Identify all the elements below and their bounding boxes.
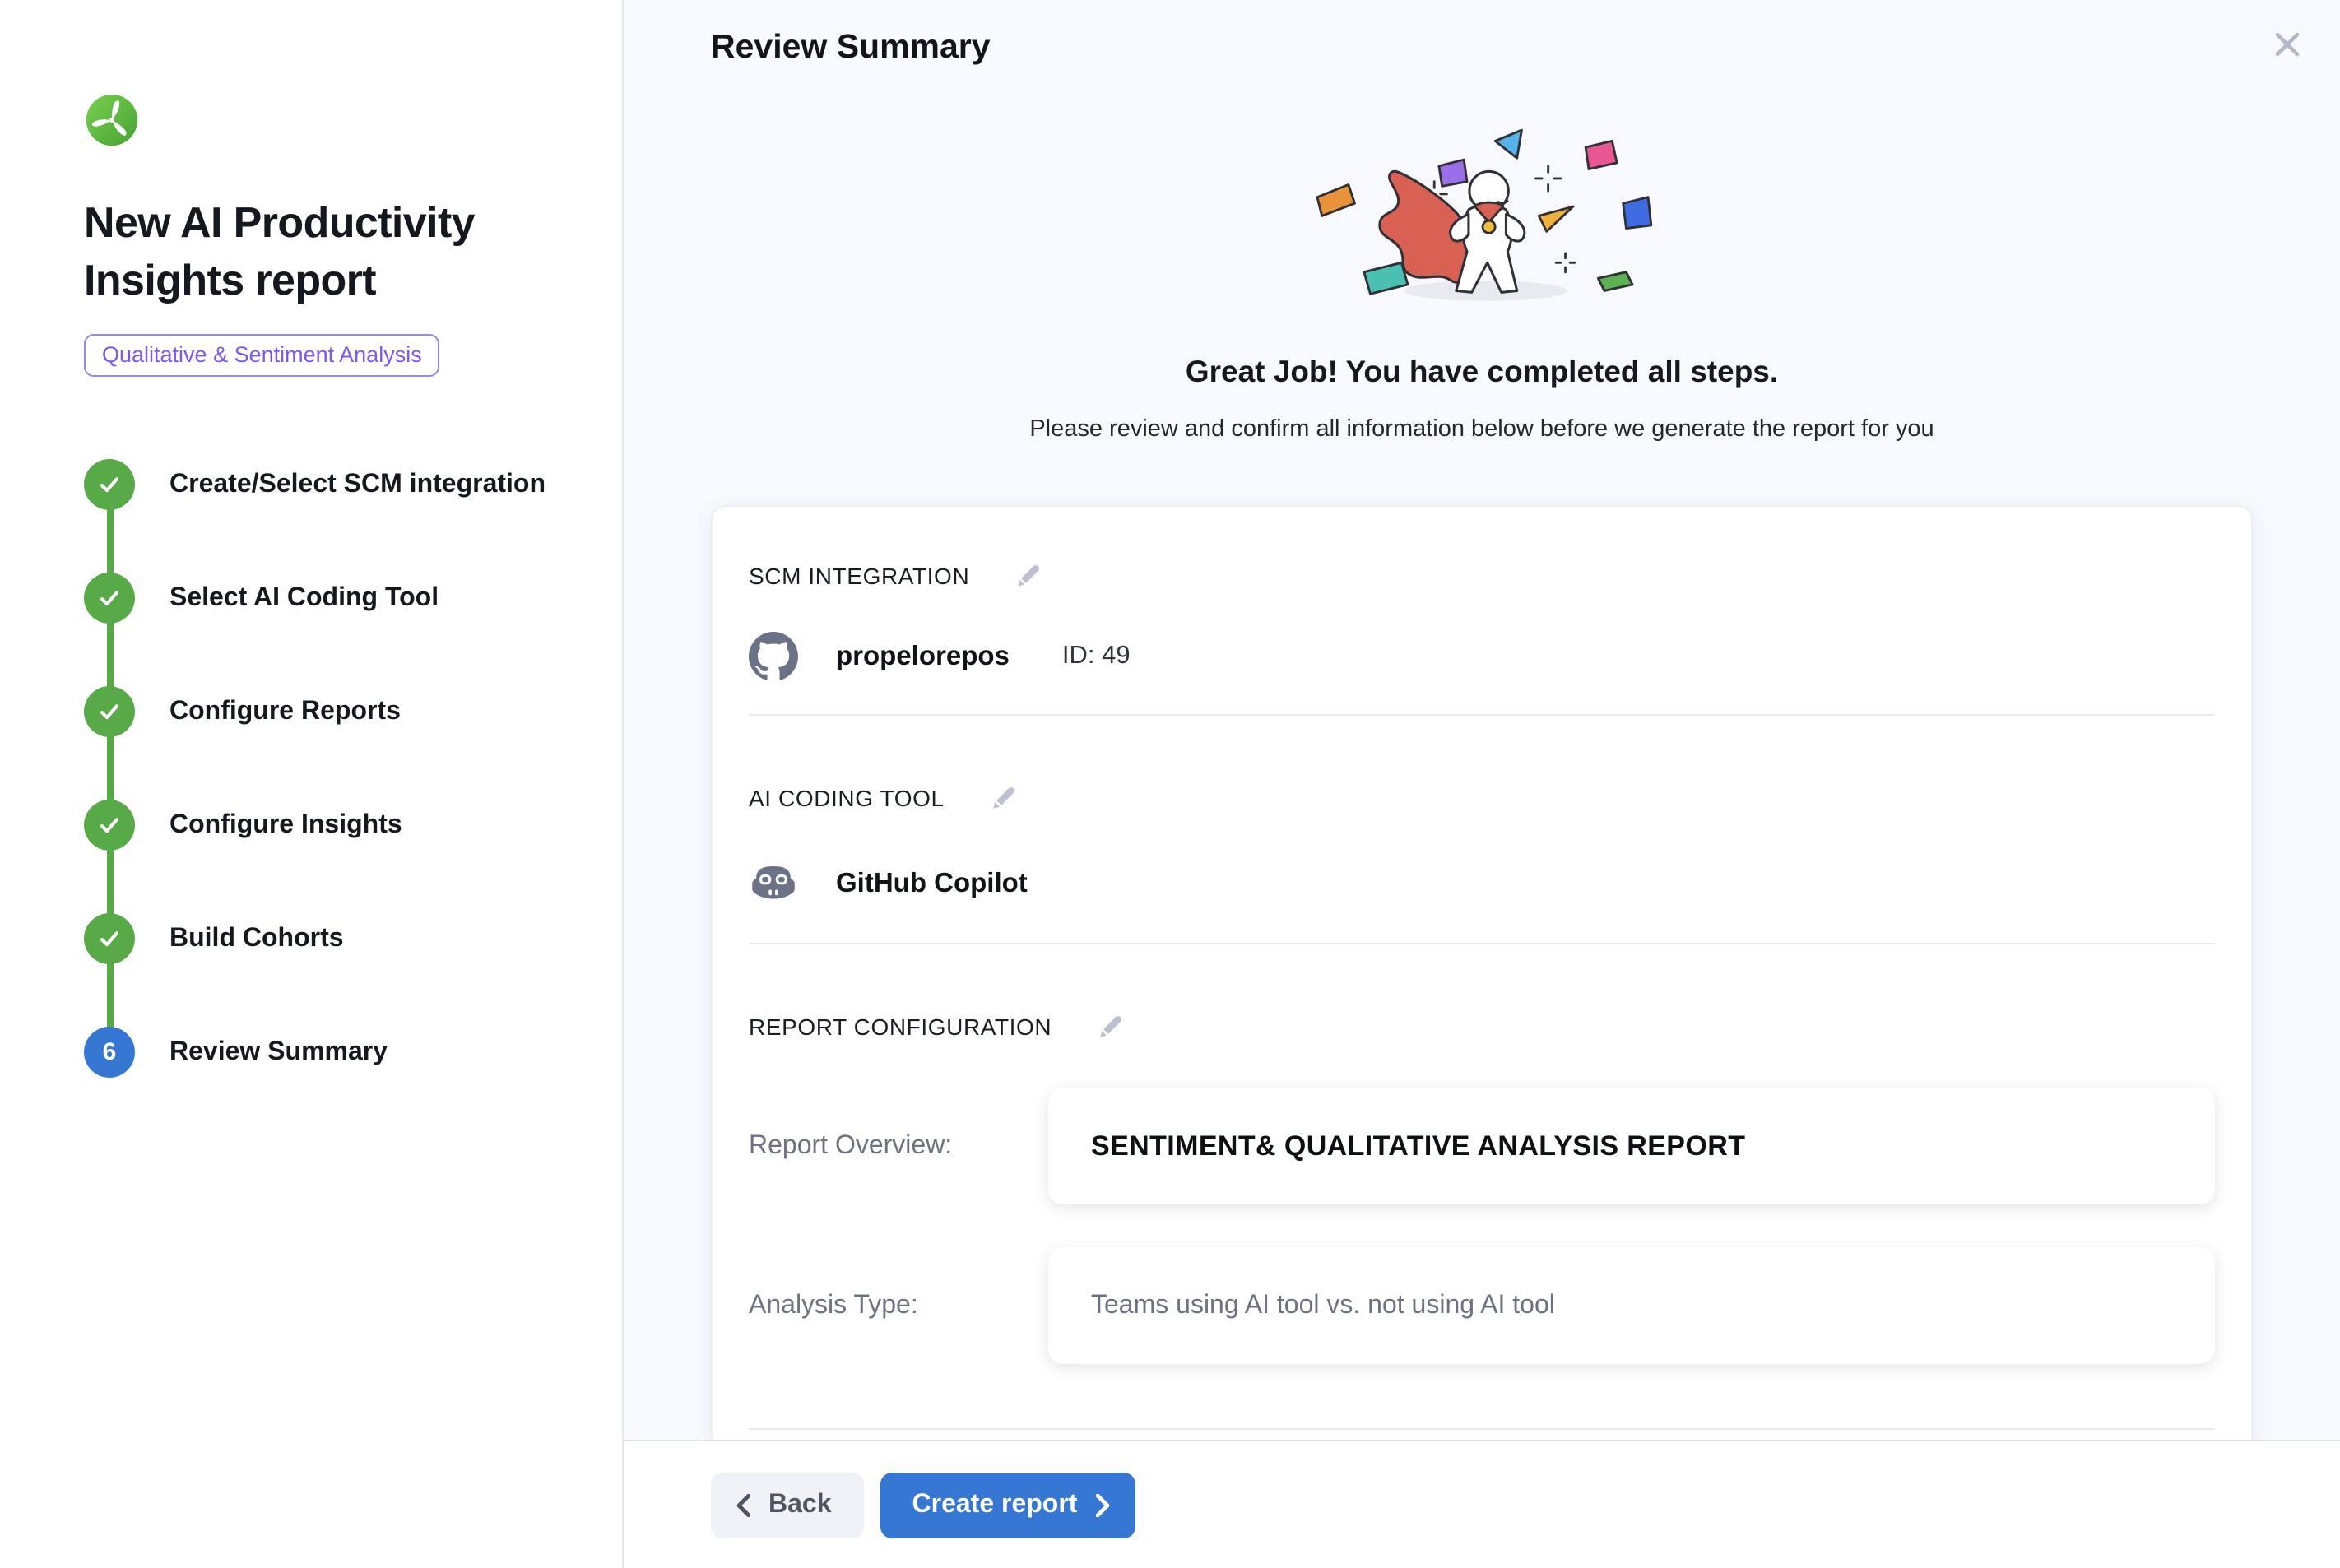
congrats-heading: Great Job! You have completed all steps. [711, 354, 2253, 390]
scm-integration-name: propelorepos [836, 641, 1010, 672]
section-divider [749, 1428, 2215, 1430]
summary-card: SCM INTEGRATION propelorepos ID: 49 [711, 505, 2253, 1440]
scm-integration-section: SCM INTEGRATION propelorepos ID: 49 [713, 507, 2251, 714]
scm-integration-row: propelorepos ID: 49 [749, 632, 2215, 681]
analysis-type-row: Analysis Type: Teams using AI tool vs. n… [749, 1247, 2215, 1364]
step-create-select-scm-integration[interactable]: Create/Select SCM integration [84, 459, 589, 510]
chevron-left-icon [736, 1493, 750, 1516]
scm-integration-heading: SCM INTEGRATION [749, 563, 969, 589]
scm-integration-id: ID: 49 [1062, 642, 1131, 671]
congrats-subheading: Please review and confirm all informatio… [711, 416, 2253, 443]
stepper-connector-line [106, 485, 113, 1053]
propelo-logo-icon [84, 92, 140, 148]
step-completed-check-icon [84, 913, 135, 964]
report-type-badge: Qualitative & Sentiment Analysis [84, 334, 440, 377]
step-label: Configure Reports [169, 697, 401, 726]
create-report-button[interactable]: Create report [881, 1472, 1135, 1538]
chevron-right-icon [1095, 1493, 1110, 1516]
step-select-ai-coding-tool[interactable]: Select AI Coding Tool [84, 573, 589, 624]
ai-coding-tool-section: AI CODING TOOL [713, 716, 2251, 943]
ai-coding-tool-row: GitHub Copilot [749, 859, 2215, 908]
step-label: Review Summary [169, 1037, 388, 1067]
step-build-cohorts[interactable]: Build Cohorts [84, 913, 589, 964]
review-summary-panel: Review Summary [624, 0, 2340, 1568]
step-label: Configure Insights [169, 810, 402, 840]
ai-coding-tool-heading: AI CODING TOOL [749, 785, 945, 811]
analysis-type-value: Teams using AI tool vs. not using AI too… [1048, 1247, 2215, 1364]
wizard-sidebar: New AI Productivity Insights report Qual… [0, 0, 624, 1568]
app-window: New AI Productivity Insights report Qual… [0, 0, 2340, 1568]
wizard-stepper: Create/Select SCM integration Select AI … [84, 459, 589, 1078]
step-label: Select AI Coding Tool [169, 583, 439, 613]
step-configure-reports[interactable]: Configure Reports [84, 686, 589, 737]
report-title: New AI Productivity Insights report [84, 194, 578, 309]
analysis-type-label: Analysis Type: [749, 1291, 1048, 1320]
github-copilot-icon [749, 859, 798, 908]
step-review-summary[interactable]: 6 Review Summary [84, 1027, 589, 1078]
step-label: Build Cohorts [169, 924, 344, 953]
step-completed-check-icon [84, 459, 135, 510]
edit-report-configuration-icon[interactable] [1096, 1012, 1126, 1041]
report-configuration-heading: REPORT CONFIGURATION [749, 1014, 1052, 1040]
github-icon [749, 632, 798, 681]
page-title: Review Summary [711, 28, 2253, 67]
create-report-button-label: Create report [912, 1490, 1078, 1519]
step-configure-insights[interactable]: Configure Insights [84, 800, 589, 851]
step-number-badge: 6 [84, 1027, 135, 1078]
celebration-illustration [1301, 128, 1663, 316]
ai-coding-tool-name: GitHub Copilot [836, 868, 1028, 899]
step-completed-check-icon [84, 686, 135, 737]
report-overview-value: SENTIMENT& QUALITATIVE ANALYSIS REPORT [1048, 1088, 2215, 1204]
wizard-footer: Back Create report [624, 1440, 2340, 1568]
step-completed-check-icon [84, 573, 135, 624]
report-overview-label: Report Overview: [749, 1131, 1048, 1161]
edit-ai-coding-tool-icon[interactable] [989, 783, 1019, 813]
step-label: Create/Select SCM integration [169, 470, 546, 499]
step-completed-check-icon [84, 800, 135, 851]
edit-scm-integration-icon[interactable] [1014, 561, 1043, 591]
back-button[interactable]: Back [711, 1472, 865, 1538]
report-overview-row: Report Overview: SENTIMENT& QUALITATIVE … [749, 1088, 2215, 1204]
back-button-label: Back [768, 1490, 832, 1519]
review-summary-content: Review Summary [624, 0, 2340, 1440]
report-configuration-section: REPORT CONFIGURATION Report Overview: SE… [713, 944, 2251, 1430]
